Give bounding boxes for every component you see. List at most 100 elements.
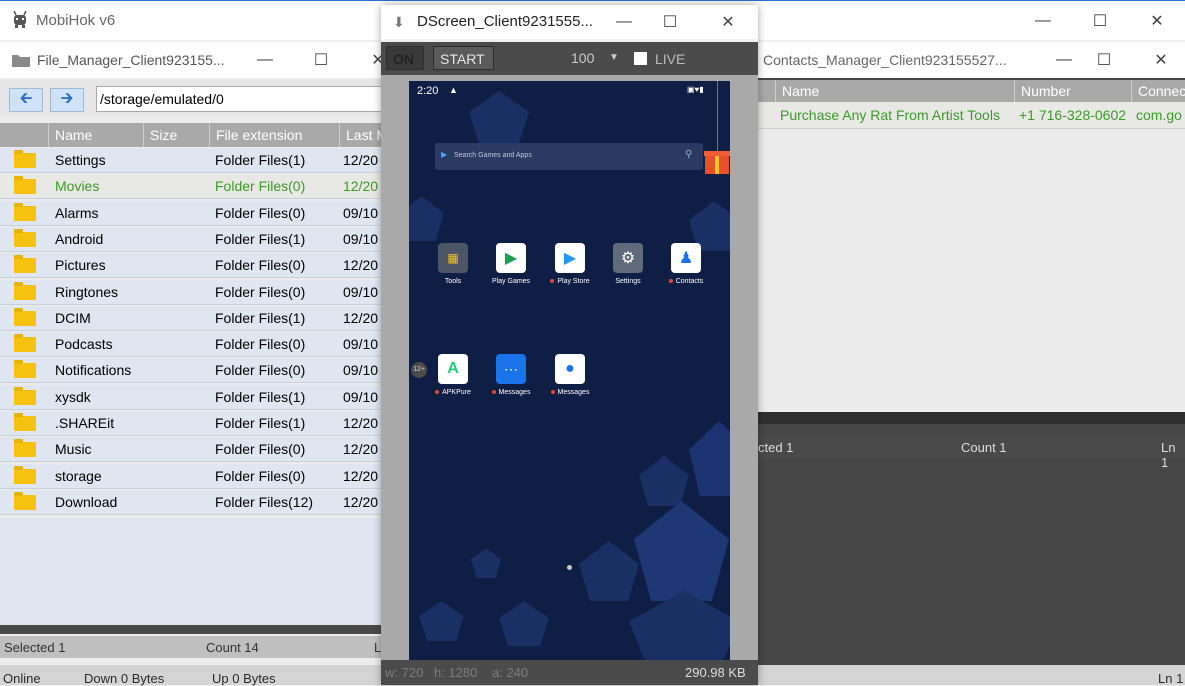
file-row[interactable]: .SHAREit Folder Files(1) 12/20 <box>0 411 382 436</box>
file-row[interactable]: Notifications Folder Files(0) 09/10 <box>0 358 382 384</box>
start-button[interactable]: START <box>433 46 494 70</box>
maximize-icon: ☐ <box>1096 52 1112 69</box>
app-label: Tools <box>444 278 462 285</box>
app-play-store[interactable]: ▶ Play Store <box>545 243 595 285</box>
gift-icon[interactable] <box>704 151 730 174</box>
phone-search-bar[interactable]: ▶ Search Games and Apps ⚲ <box>435 143 703 170</box>
play-triangle-icon: ▶ <box>441 150 448 159</box>
file-row[interactable]: Download Folder Files(12) 12/20 <box>0 489 382 515</box>
file-name: Android <box>55 230 104 247</box>
file-row[interactable]: Android Folder Files(1) 09/10 <box>0 226 382 252</box>
page-indicator <box>567 565 572 570</box>
phone-clock: 2:20 <box>417 85 439 97</box>
app-robot-icon <box>13 10 27 28</box>
file-manager-titlebar: File_Manager_Client923155... — ☐ ✕ <box>0 42 382 78</box>
fm-maximize-button[interactable]: ☐ <box>298 42 344 80</box>
col-size[interactable]: Size <box>144 123 210 147</box>
file-date: 12/20 <box>343 493 379 510</box>
col-connection[interactable]: Connec <box>1132 80 1185 102</box>
item-count: Count 14 <box>206 640 259 655</box>
app-messages-2[interactable]: ● Messages <box>545 354 595 396</box>
file-row[interactable]: Podcasts Folder Files(0) 09/10 <box>0 332 382 358</box>
file-row[interactable]: Settings Folder Files(1) 12/20 <box>0 148 382 173</box>
dscreen-footer: w: 720 h: 1280 a: 240 290.98 KB <box>381 660 758 685</box>
col-number[interactable]: Number <box>1015 80 1132 102</box>
gift-string <box>717 81 718 155</box>
ds-close-button[interactable]: ✕ <box>705 5 751 42</box>
cm-maximize-button[interactable]: ☐ <box>1081 42 1127 80</box>
file-extension: Folder Files(0) <box>215 283 306 300</box>
contacts-count: Count 1 <box>961 440 1007 455</box>
screen-viewer[interactable]: 2:20 ▲ ▣♥▮ ▶ Search Games and Apps ⚲ ▦ T… <box>381 75 758 660</box>
file-extension: Folder Files(12) <box>215 493 314 510</box>
app-apkpure[interactable]: A APKPure <box>428 354 478 396</box>
file-row[interactable]: Movies Folder Files(0) 12/20 <box>0 174 382 200</box>
file-name: .SHAREit <box>55 415 115 431</box>
contact-row[interactable]: Purchase Any Rat From Artist Tools +1 71… <box>758 102 1185 129</box>
file-name: Alarms <box>55 204 99 221</box>
close-button[interactable]: ✕ <box>1134 1 1180 41</box>
horizontal-scrollbar[interactable] <box>0 625 382 634</box>
folder-icon <box>14 334 36 353</box>
dscreen-window: ⬇ DScreen_Client9231555... — ☐ ✕ ON STAR… <box>381 5 758 685</box>
path-input[interactable]: /storage/emulated/0 <box>96 86 382 112</box>
play-games-icon: ▶ <box>496 243 526 273</box>
app-label: Settings <box>615 278 641 285</box>
folder-icon <box>14 491 36 510</box>
contacts-scrollbar[interactable] <box>758 412 1185 424</box>
contacts-table-header: Name Number Connec <box>758 80 1185 102</box>
on-button[interactable]: ON <box>386 46 424 70</box>
app-tools[interactable]: ▦ Tools <box>428 243 478 285</box>
file-row[interactable]: Ringtones Folder Files(0) 09/10 <box>0 279 382 305</box>
ds-minimize-button[interactable]: — <box>601 5 647 42</box>
contact-name: Purchase Any Rat From Artist Tools <box>780 107 1000 123</box>
folder-icon <box>14 360 36 379</box>
forward-button[interactable]: 🡲 <box>50 88 84 112</box>
bg-shape <box>579 541 639 601</box>
file-name: xysdk <box>55 388 91 405</box>
app-settings[interactable]: ⚙ Settings <box>603 243 653 285</box>
file-date: 09/10 <box>343 230 379 247</box>
back-button[interactable]: 🡰 <box>9 88 43 112</box>
col-extension[interactable]: File extension <box>210 123 340 147</box>
file-row[interactable]: DCIM Folder Files(1) 12/20 <box>0 305 382 331</box>
file-row[interactable]: xysdk Folder Files(1) 09/10 <box>0 384 382 410</box>
file-date: 12/20 <box>343 152 379 168</box>
folder-icon <box>14 150 36 168</box>
bg-shape <box>499 601 549 646</box>
quality-select[interactable]: 100 ▼ <box>561 47 627 69</box>
file-extension: Folder Files(1) <box>215 152 306 168</box>
fm-minimize-button[interactable]: — <box>242 42 288 80</box>
cm-close-button[interactable]: ✕ <box>1138 42 1184 80</box>
col-name[interactable]: Name <box>49 123 144 147</box>
bg-shape <box>634 501 729 601</box>
app-messages[interactable]: ⋯ Messages <box>486 354 536 396</box>
folder-icon <box>14 255 36 274</box>
col-contact-name[interactable]: Name <box>776 80 1015 102</box>
upload-bytes: Up 0 Bytes <box>212 671 276 686</box>
file-row[interactable]: storage Folder Files(0) 12/20 <box>0 463 382 489</box>
live-checkbox[interactable] <box>634 52 647 65</box>
app-play-games[interactable]: ▶ Play Games <box>486 243 536 285</box>
file-extension: Folder Files(1) <box>215 388 306 405</box>
minimize-icon: — <box>257 51 273 68</box>
tools-icon: ▦ <box>438 243 468 273</box>
phone-screen[interactable]: 2:20 ▲ ▣♥▮ ▶ Search Games and Apps ⚲ ▦ T… <box>409 81 730 660</box>
chevron-down-icon: ▼ <box>609 52 619 63</box>
app-label: Play Store <box>545 278 595 285</box>
file-row[interactable]: Alarms Folder Files(0) 09/10 <box>0 200 382 226</box>
screen-width: w: 720 <box>385 665 424 680</box>
app-contacts[interactable]: ♟ Contacts <box>661 243 711 285</box>
ds-maximize-button[interactable]: ☐ <box>647 5 693 42</box>
file-date: 09/10 <box>343 283 379 300</box>
col-last-modified[interactable]: Last M <box>340 123 382 147</box>
contacts-footer: cted 1 Count 1 Ln 1 <box>758 435 1185 470</box>
file-row[interactable]: Music Folder Files(0) 12/20 <box>0 437 382 463</box>
file-date: 09/10 <box>343 362 379 379</box>
fm-close-button[interactable]: ✕ <box>355 42 382 80</box>
close-icon: ✕ <box>721 14 735 31</box>
file-row[interactable]: Pictures Folder Files(0) 12/20 <box>0 253 382 279</box>
contacts-manager-title: Contacts_Manager_Client923155527... <box>763 52 1007 68</box>
minimize-button[interactable]: — <box>1020 1 1066 41</box>
maximize-button[interactable]: ☐ <box>1077 1 1123 41</box>
